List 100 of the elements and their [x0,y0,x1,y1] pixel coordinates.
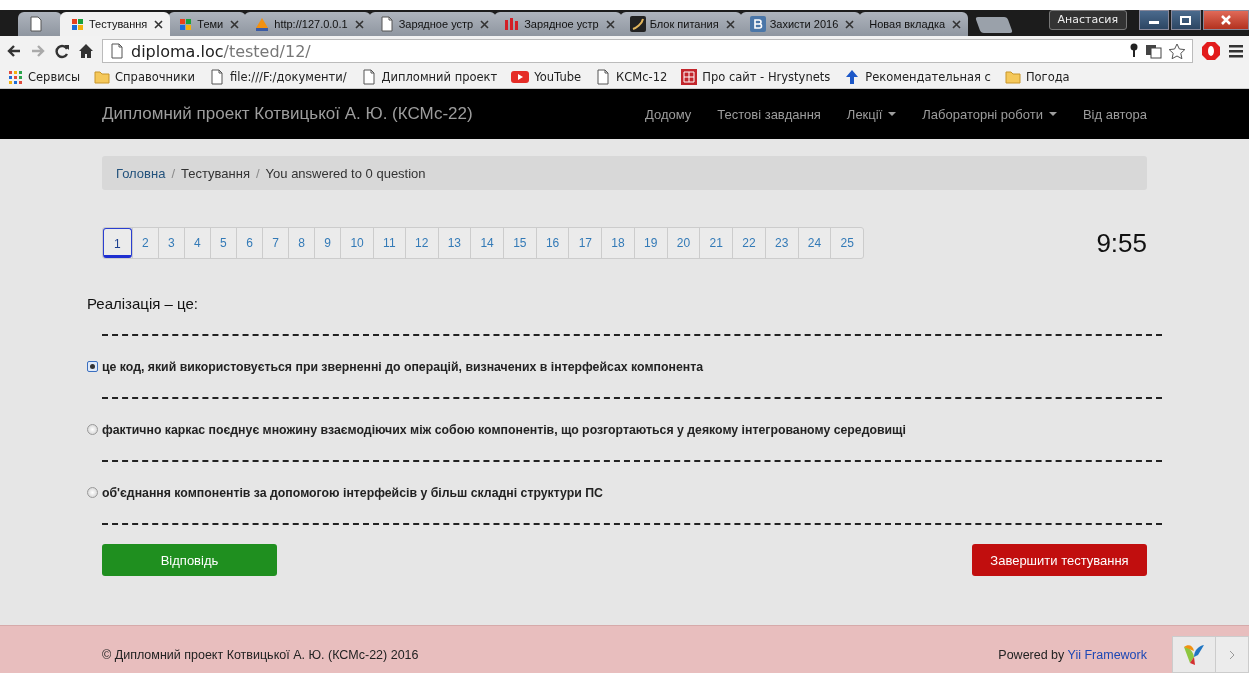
browser-tab[interactable]: Зарядное устр [368,12,497,36]
page-link[interactable]: 19 [633,228,667,258]
address-bar[interactable]: diploma.loc/tested/12/ [102,39,1193,63]
bookmark[interactable]: Сервисы [8,69,81,85]
page-link[interactable]: 6 [235,228,262,258]
page-link[interactable]: 2 [131,228,158,258]
page-link[interactable]: 7 [262,228,289,258]
translate-icon [1145,43,1162,59]
page-link[interactable]: 15 [502,228,536,258]
menu-icon [1229,43,1243,59]
back-icon [6,43,22,59]
maximize-icon [1180,15,1192,25]
close-icon [1220,15,1232,25]
bookmark[interactable]: Рекомендательная с [844,69,991,85]
breadcrumb-separator: / [254,165,261,181]
browser-tab[interactable]: Новая вкладка [859,12,969,36]
browser-tab[interactable]: Теми [168,12,247,36]
page-link[interactable]: 10 [340,228,373,258]
browser-tab[interactable]: http://127.0.0.1 [244,12,371,36]
stop-icon [1201,41,1221,61]
page-link[interactable]: 3 [157,228,184,258]
radio-button[interactable] [87,361,98,372]
bookmark[interactable]: Про сайт - Hrystynets [681,69,831,85]
page-link[interactable]: 9 [314,228,341,258]
page-icon [109,43,125,59]
powered-by-text: Powered by Yii Framework [998,648,1147,662]
key-icon [1129,43,1139,59]
page-link[interactable]: 17 [568,228,602,258]
countdown-timer: 9:55 [1096,227,1147,259]
page-link[interactable]: 5 [209,228,236,258]
close-icon [153,18,165,30]
bookmark[interactable]: Справочники [94,69,195,85]
copyright-text: © Дипломний проект Котвицької А. Ю. (КСМс-22) 2016 [102,648,420,662]
bookmark[interactable]: file:///F:/документи/ [209,69,347,85]
swirl-icon [629,16,646,32]
new-tab-button[interactable] [975,17,1013,33]
browser-tab[interactable]: Блок питания [619,12,742,36]
page-link[interactable]: 14 [470,228,503,258]
breadcrumb-link[interactable]: Головна [116,165,166,181]
browser-tab[interactable]: Захисти 2016 [739,12,862,36]
page-link[interactable]: 21 [699,228,733,258]
sail-icon [254,16,271,32]
page-icon [28,16,44,32]
page-link[interactable]: 13 [437,228,471,258]
arrow-up-icon [844,69,861,85]
bookmark[interactable]: Погода [1004,69,1070,85]
page-link[interactable]: 11 [372,228,405,258]
home-icon [78,43,94,59]
bookmark[interactable]: КСМс-12 [595,69,668,85]
reload-icon [54,43,70,59]
page-link[interactable]: 12 [404,228,438,258]
nav-link[interactable]: Тестові завдання [704,106,834,122]
folder-icon [1004,69,1021,85]
toolbar-logo-button[interactable] [1172,636,1216,673]
minimize-button[interactable] [1139,10,1169,30]
breadcrumb-separator: / [170,165,177,181]
question-text: Реалізація – це: [87,295,199,312]
close-button[interactable] [1203,10,1249,30]
browser-tab[interactable]: Зарядное устр [494,12,622,36]
answer-option[interactable]: це код, який використовується при зверненні до операцій, визначених в інтерфейсах компонента [102,359,704,374]
site-brand[interactable]: Дипломний проект Котвицької А. Ю. (КСМс-22) [102,104,632,124]
answer-button[interactable]: Відповідь [102,544,277,576]
page-link[interactable]: 8 [288,228,315,258]
maximize-button[interactable] [1171,10,1201,30]
page-link[interactable]: 22 [732,228,765,258]
radio-button[interactable] [87,487,98,498]
close-icon [844,18,856,30]
close-icon [479,18,491,30]
page-link[interactable]: 25 [830,228,864,258]
browser-tab[interactable] [18,12,62,36]
nav-link[interactable]: Додому [632,106,705,122]
browser-tab[interactable]: Тестування [60,12,171,36]
page-link[interactable]: 20 [666,228,700,258]
social-icon [749,16,766,32]
apps-icon [8,69,23,85]
nav-link[interactable]: Лабораторні роботи [909,106,1070,122]
bookmark[interactable]: YouTube [511,69,582,85]
page-link[interactable]: 23 [764,228,798,258]
profile-button[interactable]: Анастасия [1048,10,1127,30]
bookmark[interactable]: Дипломний проект [360,69,498,85]
finish-button[interactable]: Завершити тестування [972,544,1147,576]
forward-icon [30,43,46,59]
radio-button[interactable] [87,424,98,435]
answer-option[interactable]: фактично каркас поєднує множину взаємодіючих між собою компонентів, що розгортаються у деякому інтегрованому середовищі [102,422,906,437]
answer-option[interactable]: об'єднання компонентів за допомогою інтерфейсів у більш складні структури ПС [102,485,603,500]
page-link[interactable]: 16 [535,228,569,258]
page-link[interactable]: 24 [797,228,831,258]
close-icon [353,18,365,30]
page-link[interactable]: 18 [601,228,634,258]
framework-link[interactable]: Yii Framework [1067,648,1147,662]
close-icon [951,18,963,30]
nav-link[interactable]: Лекції [833,106,910,122]
folder-icon [94,69,111,85]
page-icon [595,69,612,85]
nav-link[interactable]: Від автора [1069,106,1147,122]
page-link[interactable]: 1 [103,228,132,258]
page-link[interactable]: 4 [183,228,210,258]
url-text: diploma.loc/tested/12/ [131,41,311,61]
star-icon [1168,42,1186,60]
chevron-right-icon [1228,649,1236,660]
